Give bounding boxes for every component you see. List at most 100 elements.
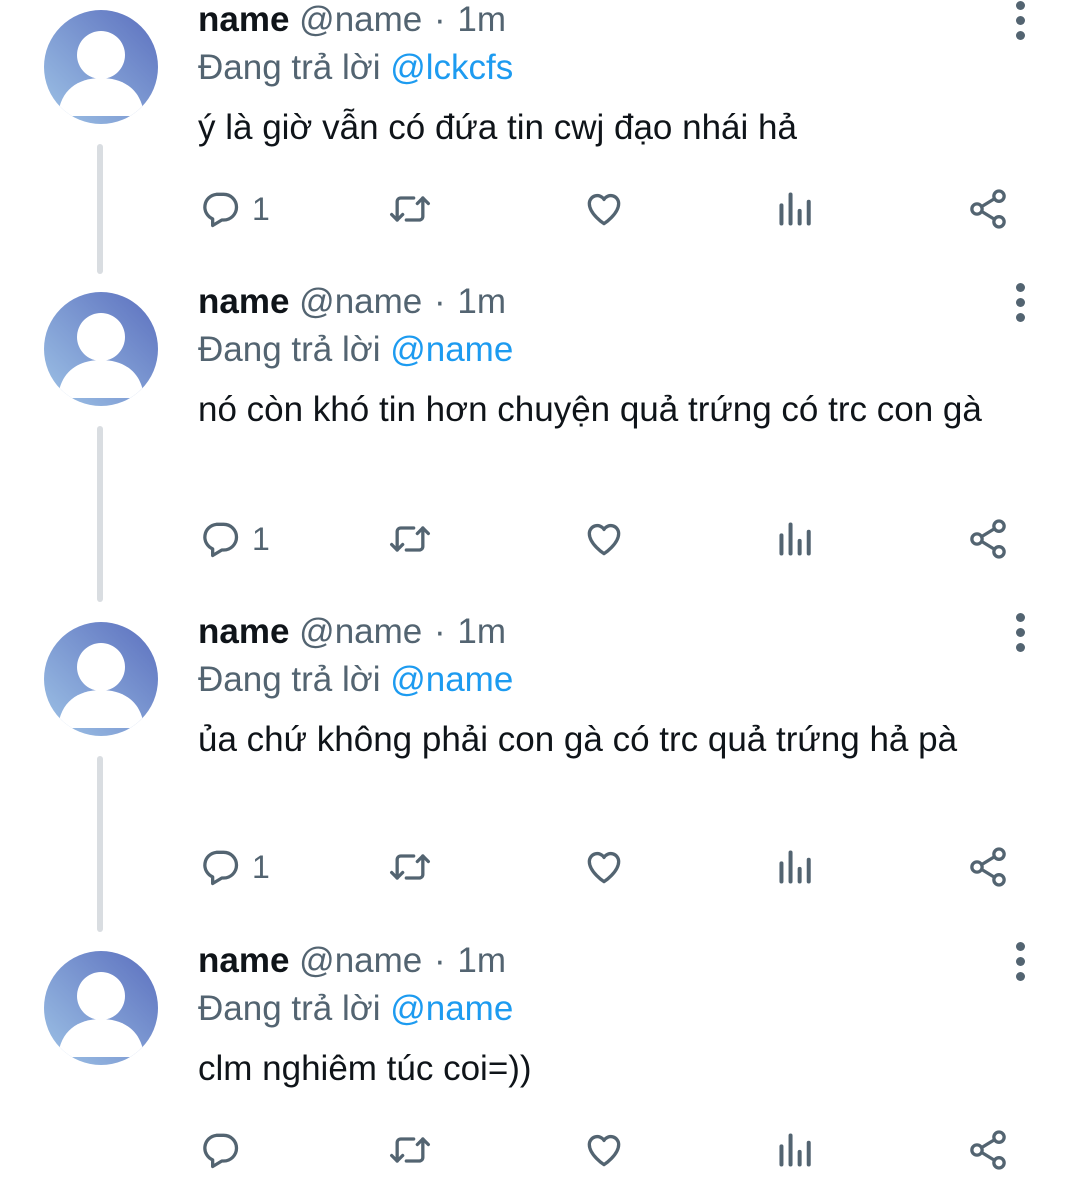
display-name[interactable]: name xyxy=(198,0,289,39)
like-button[interactable] xyxy=(582,1125,626,1175)
like-icon xyxy=(587,524,621,556)
action-bar: 1 xyxy=(198,514,1038,564)
thread-line xyxy=(97,756,103,932)
tweet-text: nó còn khó tin hơn chuyện quả trứng có t… xyxy=(198,390,982,429)
share-icon xyxy=(970,189,1006,229)
reply-button[interactable]: 1 xyxy=(198,514,270,564)
default-avatar-icon xyxy=(44,292,158,406)
avatar[interactable] xyxy=(44,951,158,1065)
reply-thread: name @name · 1m Đang trả lời @lckcfs ý l… xyxy=(0,0,1080,1180)
views-icon xyxy=(779,192,811,226)
display-name[interactable]: name xyxy=(198,282,289,321)
like-button[interactable] xyxy=(582,842,626,892)
action-bar xyxy=(198,1125,1038,1175)
replying-to-label: Đang trả lời xyxy=(198,989,381,1028)
display-name[interactable]: name xyxy=(198,612,289,651)
mention-link[interactable]: @name xyxy=(390,989,513,1028)
share-button[interactable] xyxy=(966,842,1010,892)
retweet-button[interactable] xyxy=(386,842,434,892)
tweet-header: name @name · 1m xyxy=(198,941,506,981)
views-button[interactable] xyxy=(776,842,816,892)
handle[interactable]: @name xyxy=(299,612,422,651)
share-button[interactable] xyxy=(966,184,1010,234)
replying-to: Đang trả lời @name xyxy=(198,660,513,700)
reply-icon xyxy=(203,192,239,228)
reply-button[interactable] xyxy=(198,1125,252,1175)
retweet-button[interactable] xyxy=(386,1125,434,1175)
handle[interactable]: @name xyxy=(299,941,422,980)
handle[interactable]: @name xyxy=(299,282,422,321)
replying-to-label: Đang trả lời xyxy=(198,48,381,87)
tweet[interactable]: name @name · 1m Đang trả lời @name ủa ch… xyxy=(0,612,1080,940)
reply-button[interactable]: 1 xyxy=(198,842,270,892)
replying-to: Đang trả lời @name xyxy=(198,989,513,1029)
tweet-text: ý là giờ vẫn có đứa tin cwj đạo nhái hả xyxy=(198,108,797,147)
retweet-button[interactable] xyxy=(386,184,434,234)
replying-to-label: Đang trả lời xyxy=(198,660,381,699)
display-name[interactable]: name xyxy=(198,941,289,980)
default-avatar-icon xyxy=(44,10,158,124)
reply-icon xyxy=(203,1133,239,1169)
views-icon xyxy=(779,522,811,556)
retweet-icon xyxy=(390,526,430,552)
thread-line xyxy=(97,426,103,602)
handle[interactable]: @name xyxy=(299,0,422,39)
separator: · xyxy=(434,0,446,39)
separator: · xyxy=(434,612,446,651)
like-button[interactable] xyxy=(582,184,626,234)
retweet-icon xyxy=(390,196,430,222)
reply-count: 1 xyxy=(252,520,270,557)
action-bar: 1 xyxy=(198,184,1038,234)
reply-button[interactable]: 1 xyxy=(198,184,270,234)
views-button[interactable] xyxy=(776,1125,816,1175)
more-options-icon[interactable] xyxy=(1000,282,1040,322)
retweet-button[interactable] xyxy=(386,514,434,564)
tweet-header: name @name · 1m xyxy=(198,282,506,322)
reply-count: 1 xyxy=(252,190,270,227)
action-bar: 1 xyxy=(198,842,1038,892)
tweet-text: clm nghiêm túc coi=)) xyxy=(198,1049,532,1088)
tweet[interactable]: name @name · 1m Đang trả lời @name nó cò… xyxy=(0,282,1080,612)
replying-to: Đang trả lời @lckcfs xyxy=(198,48,513,88)
views-icon xyxy=(779,1133,811,1167)
views-button[interactable] xyxy=(776,184,816,234)
views-button[interactable] xyxy=(776,514,816,564)
mention-link[interactable]: @name xyxy=(390,660,513,699)
timestamp[interactable]: 1m xyxy=(457,0,506,39)
retweet-icon xyxy=(390,854,430,880)
like-button[interactable] xyxy=(582,514,626,564)
avatar[interactable] xyxy=(44,10,158,124)
share-button[interactable] xyxy=(966,514,1010,564)
avatar[interactable] xyxy=(44,622,158,736)
timestamp[interactable]: 1m xyxy=(457,612,506,651)
reply-icon xyxy=(203,850,239,886)
timestamp[interactable]: 1m xyxy=(457,282,506,321)
share-button[interactable] xyxy=(966,1125,1010,1175)
share-icon xyxy=(970,1130,1006,1170)
default-avatar-icon xyxy=(44,622,158,736)
reply-count: 1 xyxy=(252,848,270,885)
reply-icon xyxy=(203,522,239,558)
separator: · xyxy=(434,941,446,980)
more-options-icon[interactable] xyxy=(1000,612,1040,652)
mention-link[interactable]: @lckcfs xyxy=(390,48,513,87)
tweet-header: name @name · 1m xyxy=(198,612,506,652)
thread-line xyxy=(97,144,103,274)
separator: · xyxy=(434,282,446,321)
tweet[interactable]: name @name · 1m Đang trả lời @lckcfs ý l… xyxy=(0,0,1080,282)
like-icon xyxy=(587,194,621,226)
like-icon xyxy=(587,1135,621,1167)
more-options-icon[interactable] xyxy=(1000,0,1040,40)
share-icon xyxy=(970,847,1006,887)
default-avatar-icon xyxy=(44,951,158,1065)
tweet-header: name @name · 1m xyxy=(198,0,506,40)
retweet-icon xyxy=(390,1137,430,1163)
replying-to: Đang trả lời @name xyxy=(198,330,513,370)
like-icon xyxy=(587,852,621,884)
avatar[interactable] xyxy=(44,292,158,406)
timestamp[interactable]: 1m xyxy=(457,941,506,980)
tweet-text: ủa chứ không phải con gà có trc quả trứn… xyxy=(198,720,958,759)
tweet[interactable]: name @name · 1m Đang trả lời @name clm n… xyxy=(0,941,1080,1180)
more-options-icon[interactable] xyxy=(1000,941,1040,981)
mention-link[interactable]: @name xyxy=(390,330,513,369)
